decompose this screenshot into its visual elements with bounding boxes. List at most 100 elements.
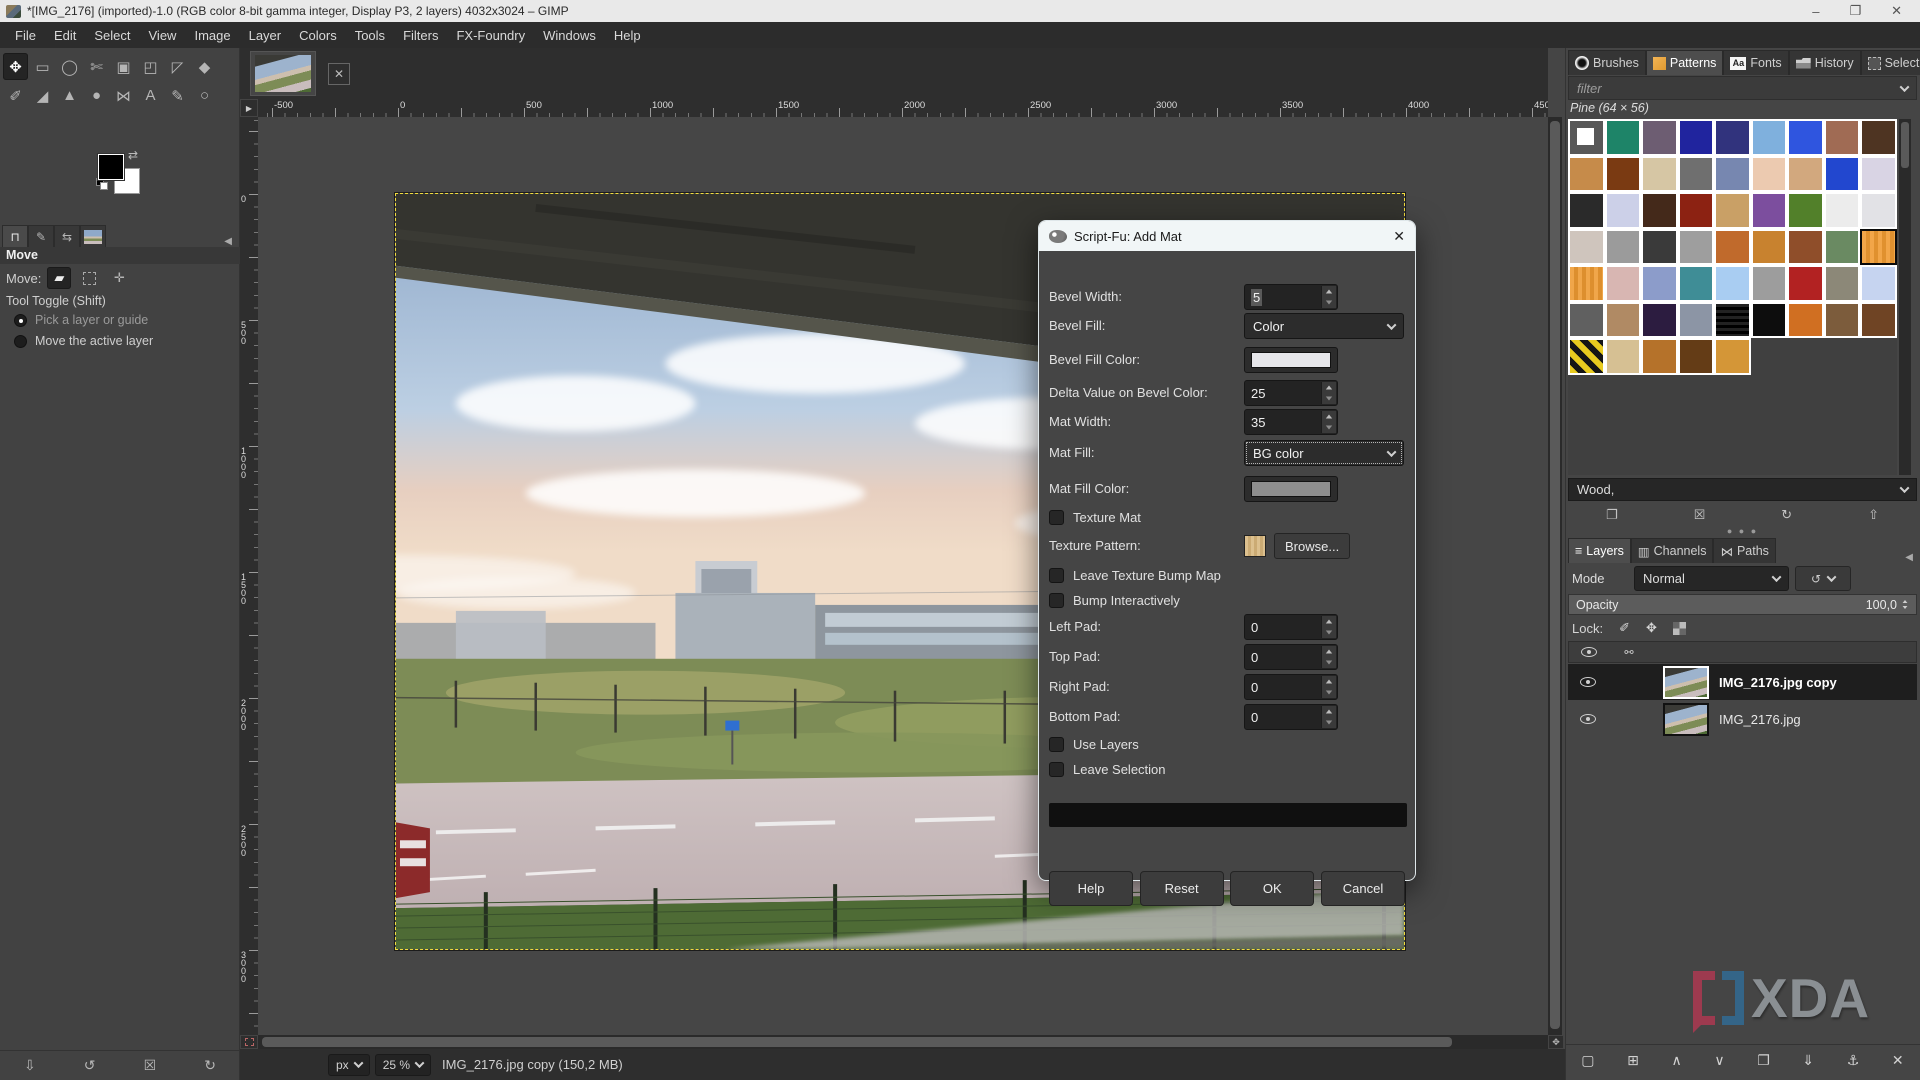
spin-arrows[interactable]: [1321, 676, 1336, 698]
pattern-swatch[interactable]: [1605, 156, 1642, 193]
pattern-filter-input[interactable]: filter: [1568, 76, 1917, 100]
spin-down-icon[interactable]: [1326, 661, 1332, 665]
spin-arrows[interactable]: [1321, 286, 1336, 308]
pattern-swatch[interactable]: [1751, 229, 1788, 266]
visibility-column-icon[interactable]: [1581, 647, 1597, 657]
pattern-swatch[interactable]: [1641, 302, 1678, 339]
menu-colors[interactable]: Colors: [290, 24, 346, 47]
restore-button[interactable]: ❐: [1849, 3, 1861, 19]
spin-up-icon[interactable]: [1326, 415, 1332, 419]
save-preset-button[interactable]: ⇩: [24, 1057, 36, 1074]
pattern-swatch[interactable]: [1860, 265, 1897, 302]
color-button[interactable]: [1244, 347, 1338, 373]
spinbox-bevel-width-[interactable]: 5: [1244, 284, 1338, 310]
lock-alpha-icon[interactable]: [1673, 622, 1686, 635]
blend-mode-select[interactable]: Normal: [1634, 566, 1789, 591]
pattern-swatch[interactable]: [1605, 265, 1642, 302]
horizontal-scrollbar[interactable]: [258, 1035, 1548, 1049]
color-button[interactable]: [1244, 476, 1338, 502]
tool-color-picker[interactable]: ✎: [165, 82, 190, 109]
ruler-corner-button[interactable]: ▶: [240, 99, 258, 117]
pattern-swatch[interactable]: [1751, 156, 1788, 193]
spin-up-icon[interactable]: [1326, 620, 1332, 624]
move-path-mode-button[interactable]: ✛: [107, 267, 131, 289]
anchor-layer-button[interactable]: ⚓: [1847, 1052, 1860, 1069]
tab-image-thumb[interactable]: [80, 225, 106, 247]
spin-down-icon[interactable]: [1326, 397, 1332, 401]
vertical-scrollbar[interactable]: [1548, 117, 1562, 1035]
pattern-collection-select[interactable]: Wood,: [1568, 478, 1917, 501]
spinbox-right-pad-[interactable]: 0: [1244, 674, 1338, 700]
pattern-swatch[interactable]: [1824, 156, 1861, 193]
pattern-swatch[interactable]: [1678, 156, 1715, 193]
tool-text[interactable]: A: [138, 82, 163, 109]
dock-splitter[interactable]: ● ● ●: [1568, 529, 1917, 537]
dropdown-mat-fill-[interactable]: BG color: [1244, 440, 1404, 466]
collapse-dock-icon[interactable]: ◀: [1901, 552, 1917, 563]
pattern-swatch[interactable]: [1641, 156, 1678, 193]
visibility-eye-icon[interactable]: [1580, 714, 1596, 724]
pattern-swatch[interactable]: [1787, 229, 1824, 266]
fg-bg-colors[interactable]: ⇄: [96, 148, 156, 214]
tab-fonts[interactable]: AaFonts: [1723, 50, 1788, 75]
spinbox-top-pad-[interactable]: 0: [1244, 644, 1338, 670]
pattern-swatch[interactable]: [1641, 265, 1678, 302]
swap-colors-icon[interactable]: ⇄: [128, 148, 138, 162]
spin-up-icon[interactable]: [1326, 290, 1332, 294]
tab-undo-history[interactable]: ⇆: [54, 225, 80, 247]
pattern-swatch[interactable]: [1641, 119, 1678, 156]
quick-mask-toggle[interactable]: [240, 1035, 258, 1049]
new-layer-button[interactable]: ▢: [1581, 1052, 1594, 1069]
tool-free-select[interactable]: ◯: [57, 53, 82, 80]
spin-up-icon[interactable]: [1326, 386, 1332, 390]
spin-arrows[interactable]: [1321, 411, 1336, 433]
pattern-swatch[interactable]: [1678, 265, 1715, 302]
tool-paths[interactable]: ⋈: [111, 82, 136, 109]
tab-brushes[interactable]: Brushes: [1568, 50, 1646, 75]
spin-arrows[interactable]: [1321, 646, 1336, 668]
minimize-button[interactable]: –: [1812, 4, 1819, 19]
spin-down-icon[interactable]: [1326, 721, 1332, 725]
eye-cell[interactable]: [1568, 677, 1608, 687]
pattern-swatch[interactable]: [1714, 119, 1751, 156]
checkbox-bump-interactively[interactable]: Bump Interactively: [1049, 593, 1180, 608]
delete-pattern-button[interactable]: ☒: [1694, 507, 1706, 523]
delete-preset-button[interactable]: ☒: [144, 1057, 157, 1074]
pattern-swatch[interactable]: [1787, 265, 1824, 302]
spin-arrows[interactable]: [1321, 382, 1336, 404]
reset-tool-button[interactable]: ↻: [204, 1057, 216, 1074]
move-layer-mode-button[interactable]: ▰: [47, 267, 71, 289]
radio-option[interactable]: Move the active layer: [14, 334, 153, 348]
tool-transform[interactable]: ◰: [138, 53, 163, 80]
tab-history[interactable]: History: [1789, 50, 1861, 75]
zoom-select[interactable]: 25 %: [375, 1054, 431, 1076]
checkbox-icon[interactable]: [1049, 568, 1064, 583]
pattern-swatch[interactable]: [1824, 229, 1861, 266]
pattern-swatch[interactable]: [1568, 119, 1605, 156]
pattern-swatch[interactable]: [1678, 192, 1715, 229]
pattern-swatch[interactable]: [1751, 192, 1788, 229]
vertical-ruler[interactable]: 050010001500200025003000: [240, 117, 258, 1035]
pattern-swatch[interactable]: [1824, 119, 1861, 156]
spin-down-icon[interactable]: [1326, 301, 1332, 305]
radio-icon[interactable]: [14, 335, 27, 348]
dialog-close-icon[interactable]: ✕: [1393, 228, 1405, 245]
tab-patterns[interactable]: Patterns: [1646, 50, 1724, 75]
visibility-eye-icon[interactable]: [1580, 677, 1596, 687]
eye-cell[interactable]: [1568, 714, 1608, 724]
checkbox-leave-texture-bump-map[interactable]: Leave Texture Bump Map: [1049, 568, 1221, 583]
pattern-swatch[interactable]: [1605, 192, 1642, 229]
pattern-swatch[interactable]: [1787, 156, 1824, 193]
reset-button[interactable]: Reset: [1140, 871, 1224, 906]
pattern-swatch[interactable]: [1568, 229, 1605, 266]
pattern-swatch[interactable]: [1714, 265, 1751, 302]
pattern-swatch[interactable]: [1568, 302, 1605, 339]
spin-up-icon[interactable]: [1326, 710, 1332, 714]
spin-down-icon[interactable]: [1326, 426, 1332, 430]
menu-tools[interactable]: Tools: [346, 24, 394, 47]
checkbox-leave-selection[interactable]: Leave Selection: [1049, 762, 1166, 777]
spin-arrows[interactable]: [1321, 706, 1336, 728]
menu-layer[interactable]: Layer: [240, 24, 291, 47]
pattern-swatch[interactable]: [1860, 119, 1897, 156]
pattern-swatch[interactable]: [1860, 229, 1897, 266]
